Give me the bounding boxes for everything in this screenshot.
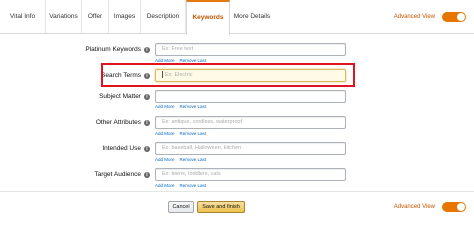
advanced-view-toggle-bottom[interactable] (442, 202, 466, 212)
cancel-button[interactable]: Cancel (168, 201, 194, 213)
tab-description[interactable]: Description (141, 0, 186, 33)
footer-divider (0, 191, 474, 192)
highlight-box (101, 63, 355, 87)
remove-last-link[interactable]: Remove Last (180, 131, 207, 136)
intended-use-label: Intended Use i (0, 142, 150, 155)
intended-use-links: Add More Remove Last (155, 157, 211, 162)
remove-last-link[interactable]: Remove Last (180, 157, 207, 162)
target-audience-label: Target Audience i (0, 168, 150, 181)
info-icon[interactable]: i (144, 46, 150, 53)
tab-keywords[interactable]: Keywords (186, 0, 230, 35)
toggle-knob (457, 203, 465, 211)
subject-matter-label: Subject Matter i (0, 90, 150, 103)
tab-vital-info[interactable]: Vital Info (0, 0, 46, 33)
intended-use-input[interactable]: Ex: baseball, Halloween, kitchen (155, 142, 346, 155)
advanced-view-label-bottom: Advanced View (393, 204, 435, 210)
save-and-finish-button[interactable]: Save and finish (197, 201, 245, 213)
remove-last-link[interactable]: Remove Last (180, 183, 207, 188)
tab-offer[interactable]: Offer (82, 0, 109, 33)
other-attributes-input[interactable]: Ex: antique, cordless, waterproof (155, 116, 346, 129)
add-more-link[interactable]: Add More (155, 131, 175, 136)
platinum-keywords-input[interactable]: Ex: Free text (155, 43, 346, 56)
tab-images[interactable]: Images (109, 0, 141, 33)
other-attributes-label: Other Attributes i (0, 116, 150, 129)
tab-variations[interactable]: Variations (46, 0, 82, 33)
add-more-link[interactable]: Add More (155, 157, 175, 162)
platinum-keywords-label: Platinum Keywords i (0, 43, 150, 56)
subject-matter-links: Add More Remove Last (155, 104, 211, 109)
subject-matter-input[interactable] (155, 90, 346, 103)
info-icon[interactable]: i (144, 119, 150, 126)
other-attributes-links: Add More Remove Last (155, 131, 211, 136)
add-more-link[interactable]: Add More (155, 183, 175, 188)
advanced-view-toggle-top[interactable] (442, 12, 466, 22)
tab-more-details[interactable]: More Details (230, 0, 274, 33)
target-audience-links: Add More Remove Last (155, 183, 211, 188)
add-more-link[interactable]: Add More (155, 104, 175, 109)
info-icon[interactable]: i (144, 93, 150, 100)
info-icon[interactable]: i (144, 171, 150, 178)
advanced-view-label-top: Advanced View (393, 14, 435, 20)
remove-last-link[interactable]: Remove Last (180, 104, 207, 109)
toggle-knob (457, 13, 465, 21)
target-audience-input[interactable]: Ex: teens, toddlers, cats (155, 168, 346, 181)
info-icon[interactable]: i (144, 145, 150, 152)
